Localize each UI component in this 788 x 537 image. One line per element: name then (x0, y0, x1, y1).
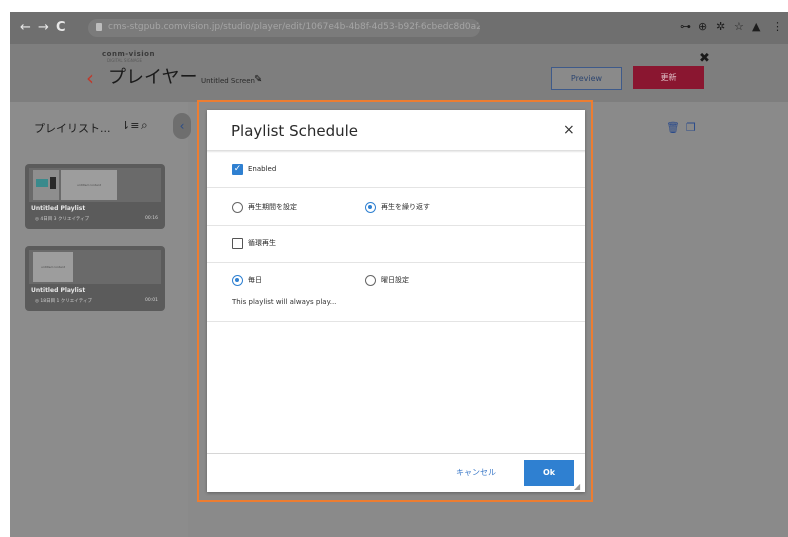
dialog-close-icon[interactable]: × (563, 121, 575, 139)
search-icon[interactable]: ⌕ (141, 118, 148, 133)
repeat-radio[interactable] (365, 202, 376, 213)
brand-logo: conm-vision (102, 50, 155, 58)
thumbnail-image (33, 170, 59, 200)
edit-pencil-icon[interactable]: ✎ (254, 74, 262, 85)
enabled-label: Enabled (248, 165, 277, 173)
ok-button[interactable]: Ok (524, 460, 574, 486)
thumbnail-content: untitled content (61, 170, 117, 200)
resize-grip-icon[interactable]: ◢ (574, 482, 580, 491)
brand-logo-subtitle: DIGITAL SIGNAGE (107, 58, 143, 63)
playlist-duration: 00:01 (145, 298, 158, 303)
thumbnail-text: untitled content (40, 265, 65, 269)
playlist-name: Untitled Playlist (31, 287, 86, 294)
playlist-duration: 00:16 (145, 216, 158, 221)
zoom-icon[interactable]: ⊕ (698, 20, 707, 34)
enabled-checkbox[interactable]: ✓ (232, 164, 243, 175)
star-icon[interactable]: ☆ (734, 20, 744, 34)
app-header: conm-vision DIGITAL SIGNAGE ‹ プレイヤー Unti… (10, 44, 788, 102)
playlist-meta: ◎ 18日目 1 クリエイティブ (35, 299, 92, 304)
weekday-radio[interactable] (365, 275, 376, 286)
url-bar[interactable]: cms-stgpub.comvision.jp/studio/player/ed… (88, 19, 480, 37)
dialog-title: Playlist Schedule (231, 122, 359, 140)
page-title: プレイヤー (108, 67, 198, 88)
loop-checkbox[interactable] (232, 238, 243, 249)
loop-label: 循環再生 (248, 239, 276, 247)
set-period-label: 再生期間を設定 (248, 203, 297, 211)
playlist-meta: ◎ 4日目 3 クリエイティブ (35, 217, 90, 222)
playlist-schedule-dialog: Playlist Schedule × ✓ Enabled 再生期間を設定 再生… (207, 110, 585, 492)
daily-label: 毎日 (248, 276, 262, 284)
thumbnail-content: untitled content (33, 252, 73, 282)
copy-icon[interactable]: ❐ (686, 121, 696, 134)
thumbnail-text: untitled content (76, 183, 101, 187)
back-nav-icon[interactable]: ← (20, 20, 31, 36)
collapse-sidebar-button[interactable]: ‹ (173, 113, 191, 139)
footer-divider (207, 453, 585, 454)
sidebar-title: プレイリスト... (34, 122, 111, 135)
profile-icon[interactable]: ▲ (752, 20, 760, 34)
weekday-label: 曜日設定 (381, 276, 409, 284)
key-icon[interactable]: ⊶ (680, 20, 691, 34)
cancel-button[interactable]: キャンセル (456, 467, 496, 479)
trash-icon[interactable]: 🗑 (666, 121, 680, 134)
lock-icon (96, 23, 102, 31)
preview-button[interactable]: Preview (551, 67, 622, 90)
screen-name: Untitled Screen * (201, 77, 261, 85)
row-divider (207, 262, 585, 263)
update-button[interactable]: 更新 (633, 66, 704, 89)
playlist-name: Untitled Playlist (31, 205, 86, 212)
playlist-thumbnails: untitled content (29, 168, 161, 202)
row-divider (207, 225, 585, 226)
back-chevron-icon[interactable]: ‹ (86, 67, 94, 89)
header-divider (207, 150, 585, 153)
close-icon[interactable]: ✖ (699, 51, 710, 66)
forward-nav-icon[interactable]: → (38, 20, 49, 36)
row-divider (207, 321, 585, 322)
browser-toolbar: ← → C cms-stgpub.comvision.jp/studio/pla… (10, 12, 788, 44)
schedule-description: This playlist will always play... (232, 298, 337, 306)
reload-icon[interactable]: C (56, 20, 66, 36)
extensions-icon[interactable]: ✲ (716, 20, 725, 34)
daily-radio[interactable] (232, 275, 243, 286)
repeat-label: 再生を繰り返す (381, 203, 430, 211)
playlist-sidebar: プレイリスト... ⇂≡ ⌕ untitled content Untitled… (10, 102, 188, 537)
menu-icon[interactable]: ⋮ (772, 20, 783, 34)
url-text: cms-stgpub.comvision.jp/studio/player/ed… (108, 22, 480, 32)
sort-icon[interactable]: ⇂≡ (121, 119, 139, 132)
row-divider (207, 187, 585, 188)
playlist-card[interactable]: untitled content Untitled Playlist ◎ 18日… (25, 246, 165, 311)
set-period-radio[interactable] (232, 202, 243, 213)
playlist-card[interactable]: untitled content Untitled Playlist ◎ 4日目… (25, 164, 165, 229)
playlist-thumbnails: untitled content (29, 250, 161, 284)
